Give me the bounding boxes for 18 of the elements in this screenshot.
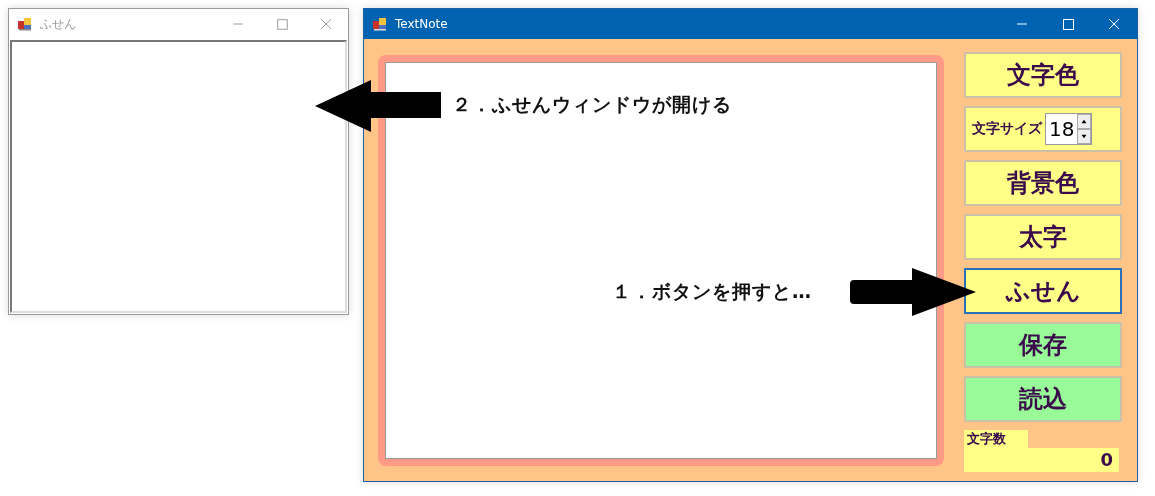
action-button[interactable]: 文字色 <box>964 52 1122 98</box>
app-icon <box>18 17 32 31</box>
app-icon <box>373 17 387 31</box>
action-button[interactable]: ふせん <box>964 268 1122 314</box>
arrow-right-icon <box>850 268 976 316</box>
arrow-left-icon <box>315 80 441 132</box>
char-count-label: 文字数 <box>964 430 1028 448</box>
window-title: ふせん <box>40 15 76 33</box>
annotation-text: １．ボタンを押すと… <box>612 279 812 304</box>
annotation-text: ２．ふせんウィンドウが開ける <box>452 92 732 117</box>
action-button[interactable]: 保存 <box>964 322 1122 368</box>
font-size-label: 文字サイズ <box>972 120 1042 138</box>
font-size-spinner[interactable]: 18 <box>1045 113 1093 145</box>
action-button[interactable]: 読込 <box>964 376 1122 422</box>
window-title: TextNote <box>395 17 448 31</box>
action-button[interactable]: 太字 <box>964 214 1122 260</box>
char-count-field: 0 <box>964 448 1119 472</box>
action-button[interactable]: 背景色 <box>964 160 1122 206</box>
